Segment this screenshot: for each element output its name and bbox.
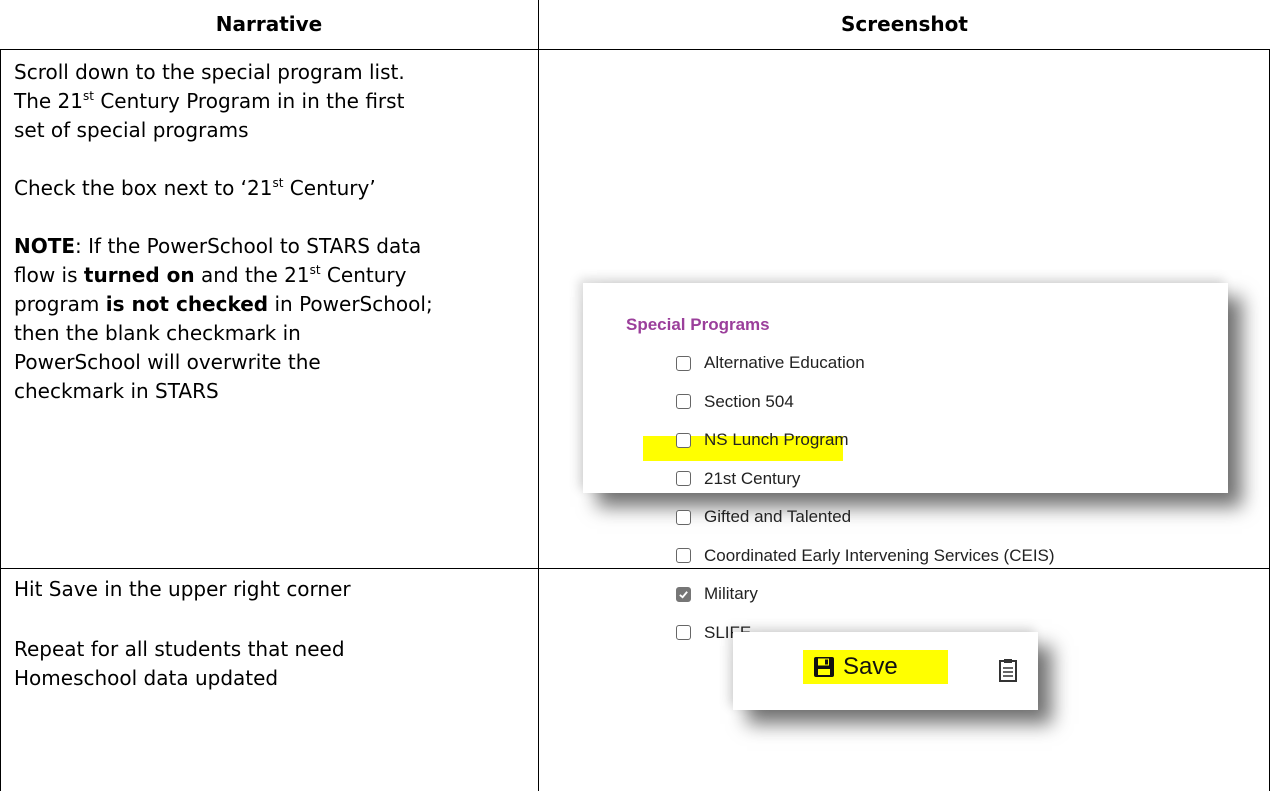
narrative-line: Hit Save in the upper right corner (14, 577, 351, 601)
program-checkbox[interactable] (676, 432, 691, 448)
program-item[interactable]: Alternative Education (676, 350, 865, 376)
program-label: Gifted and Talented (704, 507, 852, 526)
save-button[interactable]: Save (803, 650, 948, 684)
special-programs-screenshot: Special Programs Alternative Education Se… (583, 283, 1228, 642)
table-divider-vertical (538, 0, 539, 791)
save-screenshot: Save (733, 632, 1038, 710)
table-border-left (0, 49, 1, 791)
program-label: Section 504 (704, 391, 794, 411)
note-line: checkmark in STARS (14, 379, 219, 403)
row1-narrative: Scroll down to the special program list.… (14, 58, 529, 406)
program-checkbox[interactable] (676, 586, 691, 602)
note-line: flow is turned on and the 21st Century (14, 263, 407, 287)
narrative-line: Scroll down to the special program list. (14, 60, 405, 84)
program-checkbox[interactable] (676, 509, 691, 525)
program-item[interactable]: 21st Century (676, 466, 800, 492)
program-checkbox[interactable] (676, 548, 691, 563)
narrative-line: Homeschool data updated (14, 666, 279, 690)
program-label: Coordinated Early Intervening Services (… (704, 545, 1055, 565)
program-label: Alternative Education (704, 353, 865, 372)
program-label: NS Lunch Program (704, 430, 849, 449)
program-item[interactable]: Military (676, 581, 758, 607)
special-programs-title: Special Programs (626, 315, 770, 334)
program-item[interactable]: Coordinated Early Intervening Services (… (676, 543, 1055, 569)
floppy-disk-icon (814, 657, 834, 677)
table-row-divider (0, 568, 1270, 569)
row2-narrative: Hit Save in the upper right corner Repea… (14, 575, 529, 693)
program-item[interactable]: Section 504 (676, 389, 794, 415)
program-item[interactable]: Gifted and Talented (676, 504, 851, 530)
program-checkbox[interactable] (676, 355, 691, 371)
program-checkbox[interactable] (676, 625, 691, 640)
program-checkbox[interactable] (676, 394, 691, 409)
program-label: 21st Century (704, 468, 801, 488)
note-line: PowerSchool will overwrite the (14, 350, 321, 374)
narrative-line: Repeat for all students that need (14, 637, 345, 661)
checkmark-icon (679, 590, 688, 599)
program-checkbox[interactable] (676, 471, 691, 486)
note-line: NOTE: If the PowerSchool to STARS data (14, 234, 422, 258)
note-line: program is not checked in PowerSchool; (14, 292, 433, 316)
header-screenshot: Screenshot (841, 12, 968, 36)
narrative-line: The 21st Century Program in in the first (14, 89, 405, 113)
check-instruction: Check the box next to ‘21st Century’ (14, 176, 376, 200)
program-label: Military (704, 584, 758, 603)
table-header-rule (0, 49, 1270, 50)
save-label: Save (843, 653, 898, 680)
narrative-line: set of special programs (14, 118, 249, 142)
program-item[interactable]: NS Lunch Program (676, 427, 849, 453)
clipboard-icon[interactable] (998, 658, 1018, 682)
header-narrative: Narrative (215, 12, 323, 36)
note-line: then the blank checkmark in (14, 321, 301, 345)
